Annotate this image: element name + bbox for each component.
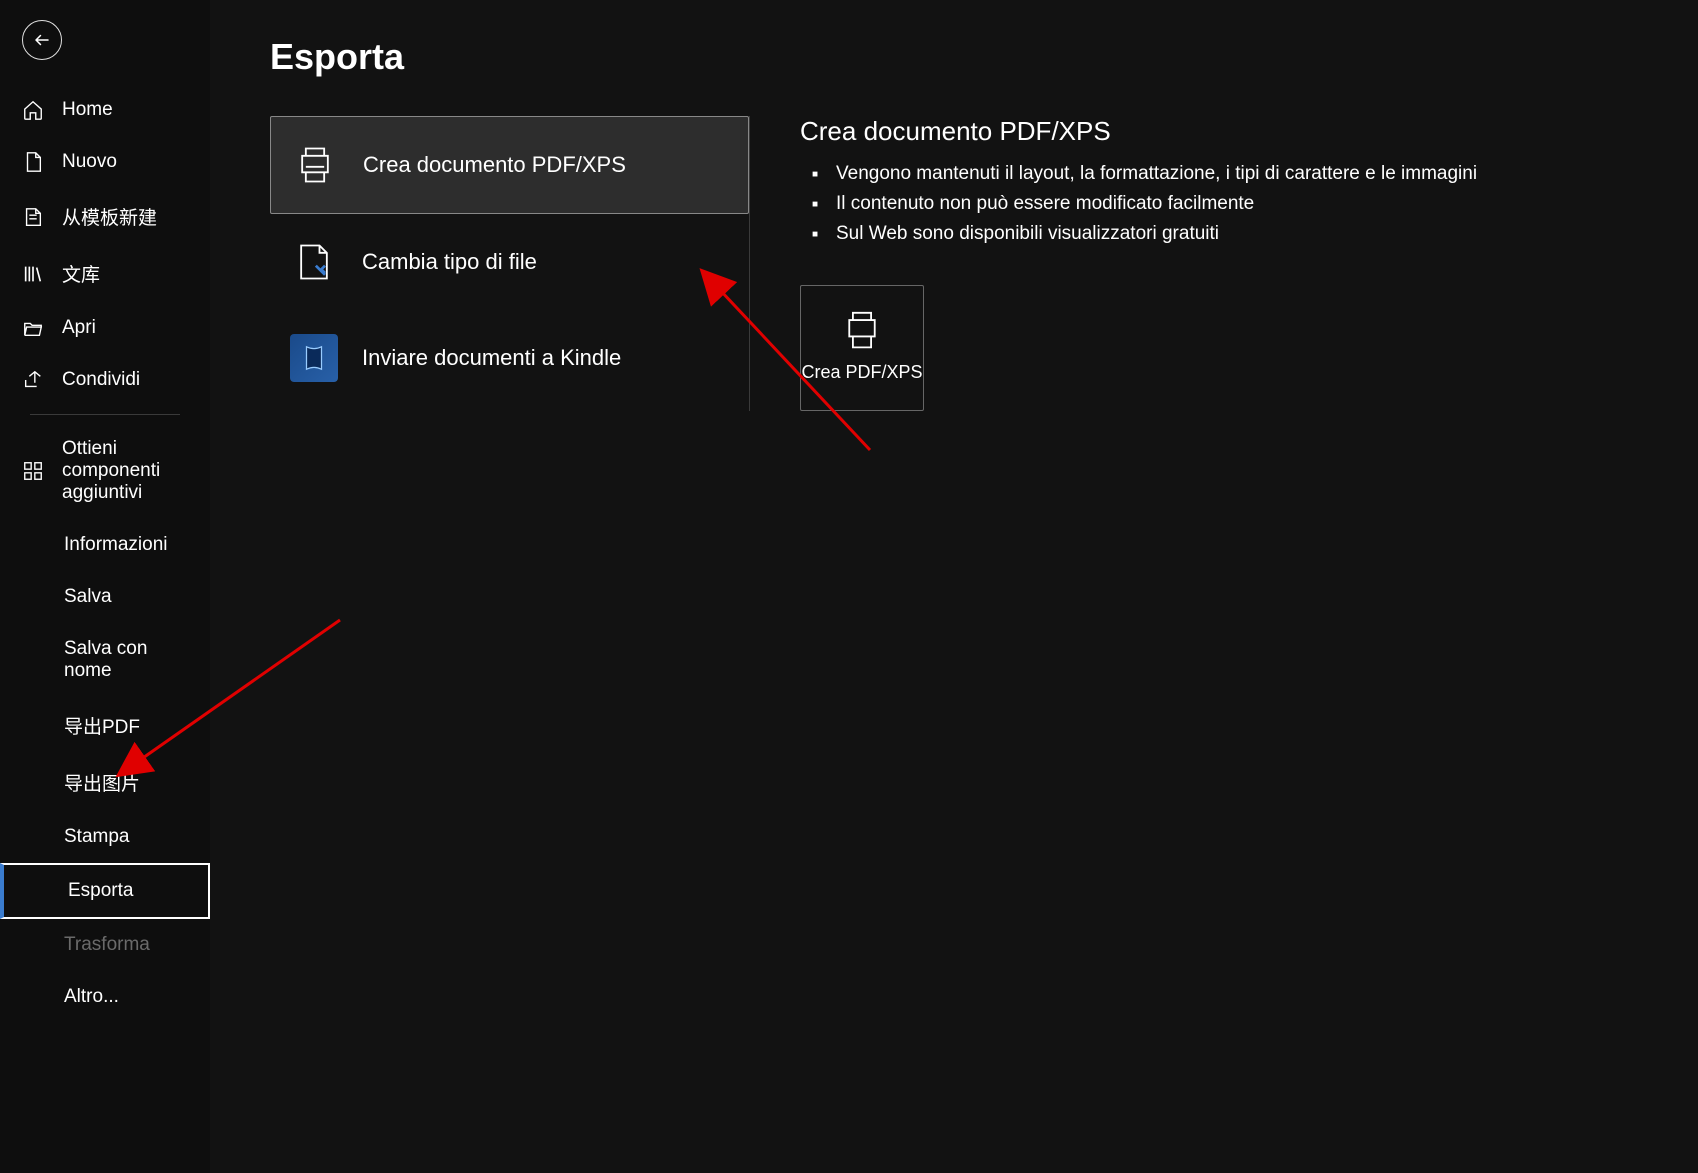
sidebar-label-library: 文库	[62, 260, 100, 287]
sidebar-label-more: Altro...	[64, 986, 119, 1008]
option-create-pdf-xps[interactable]: Crea documento PDF/XPS	[270, 116, 749, 214]
folder-open-icon	[22, 317, 44, 339]
sidebar-item-transform[interactable]: Trasforma	[0, 919, 210, 971]
option-label-changetype: Cambia tipo di file	[362, 249, 537, 275]
details-bullet: Sul Web sono disponibili visualizzatori …	[800, 219, 1638, 249]
library-icon	[22, 263, 44, 285]
sidebar-item-info[interactable]: Informazioni	[0, 519, 210, 571]
sidebar-item-saveas[interactable]: Salva con nome	[0, 623, 210, 697]
main-content: Esporta Crea documento PDF/XPS	[210, 0, 1698, 1173]
addins-icon	[22, 460, 44, 482]
sidebar-label-exportimg: 导出图片	[64, 769, 140, 796]
sidebar-label-exportpdf: 导出PDF	[64, 712, 140, 739]
new-file-icon	[22, 151, 44, 173]
change-file-type-icon	[290, 238, 338, 286]
sidebar-label-open: Apri	[62, 317, 96, 339]
home-icon	[22, 99, 44, 121]
template-icon	[22, 206, 44, 228]
sidebar-divider	[30, 414, 180, 415]
details-list: Vengono mantenuti il layout, la formatta…	[800, 159, 1638, 249]
sidebar-item-new[interactable]: Nuovo	[0, 136, 210, 188]
sidebar-item-open[interactable]: Apri	[0, 302, 210, 354]
sidebar-label-export: Esporta	[68, 880, 133, 902]
sidebar-label-addins: Ottieni componenti aggiuntivi	[62, 438, 188, 504]
sidebar-label-template: 从模板新建	[62, 203, 157, 230]
action-button-label: Crea PDF/XPS	[801, 361, 922, 384]
sidebar-label-home: Home	[62, 99, 113, 121]
sidebar-item-print[interactable]: Stampa	[0, 811, 210, 863]
export-details-column: Crea documento PDF/XPS Vengono mantenuti…	[800, 116, 1638, 411]
sidebar-item-exportimg[interactable]: 导出图片	[0, 754, 210, 811]
sidebar-item-export[interactable]: Esporta	[0, 863, 210, 919]
sidebar-item-more[interactable]: Altro...	[0, 971, 210, 1023]
sidebar-label-new: Nuovo	[62, 151, 117, 173]
sidebar-item-template[interactable]: 从模板新建	[0, 188, 210, 245]
sidebar-item-exportpdf[interactable]: 导出PDF	[0, 697, 210, 754]
sidebar-item-share[interactable]: Condividi	[0, 354, 210, 406]
sidebar-label-saveas: Salva con nome	[64, 638, 188, 682]
details-bullet: Vengono mantenuti il layout, la formatta…	[800, 159, 1638, 189]
sidebar-item-addins[interactable]: Ottieni componenti aggiuntivi	[0, 423, 210, 519]
sidebar-label-share: Condividi	[62, 369, 140, 391]
printer-pdf-icon	[840, 311, 884, 351]
option-label-kindle: Inviare documenti a Kindle	[362, 345, 621, 371]
details-heading: Crea documento PDF/XPS	[800, 116, 1638, 147]
arrow-left-icon	[33, 31, 51, 49]
create-pdf-xps-button[interactable]: Crea PDF/XPS	[800, 285, 924, 411]
sidebar: Home Nuovo 从模板新建 文库 Apri Condividi	[0, 0, 210, 1173]
sidebar-item-home[interactable]: Home	[0, 84, 210, 136]
sidebar-label-print: Stampa	[64, 826, 129, 848]
option-label-pdfxps: Crea documento PDF/XPS	[363, 152, 626, 178]
option-send-to-kindle[interactable]: Inviare documenti a Kindle	[270, 310, 749, 406]
content-row: Crea documento PDF/XPS Cambia tipo di fi…	[270, 116, 1638, 411]
sidebar-item-library[interactable]: 文库	[0, 245, 210, 302]
sidebar-label-save: Salva	[64, 586, 112, 608]
details-bullet: Il contenuto non può essere modificato f…	[800, 189, 1638, 219]
page-title: Esporta	[270, 36, 1638, 78]
option-change-file-type[interactable]: Cambia tipo di file	[270, 214, 749, 310]
back-button[interactable]	[22, 20, 62, 60]
share-icon	[22, 369, 44, 391]
kindle-icon	[290, 334, 338, 382]
export-options-column: Crea documento PDF/XPS Cambia tipo di fi…	[270, 116, 750, 411]
sidebar-label-transform: Trasforma	[64, 934, 150, 956]
printer-pdf-icon	[291, 141, 339, 189]
sidebar-label-info: Informazioni	[64, 534, 168, 556]
sidebar-item-save[interactable]: Salva	[0, 571, 210, 623]
